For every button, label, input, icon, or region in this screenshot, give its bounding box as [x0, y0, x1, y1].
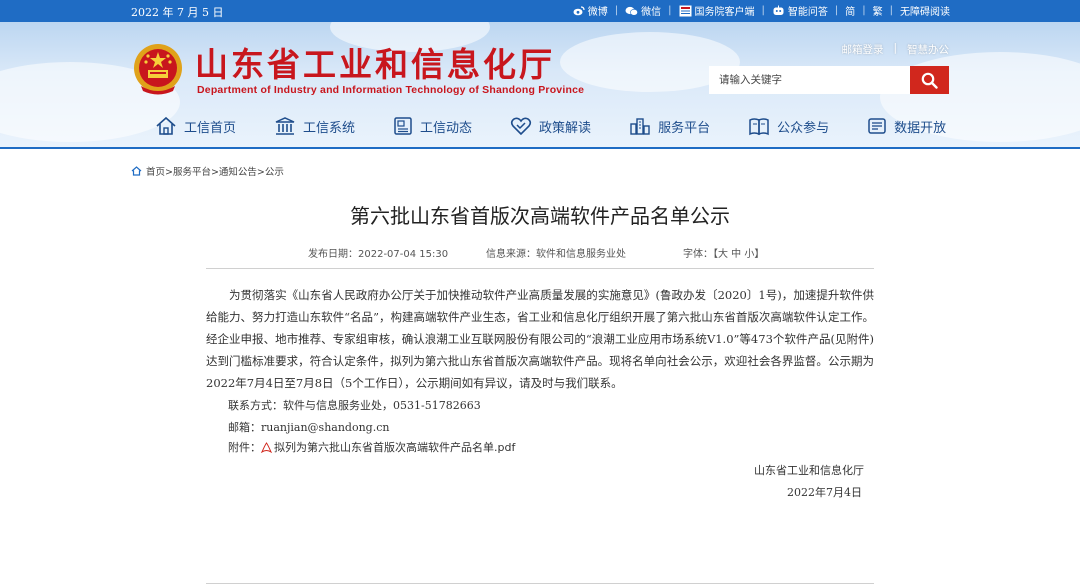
weibo-link[interactable]: 微博 [573, 3, 608, 18]
city-icon [630, 118, 650, 135]
smart-qa-link[interactable]: 智能问答 [772, 3, 828, 18]
national-emblem-icon [134, 44, 182, 95]
robot-icon [773, 5, 784, 15]
attachment-link[interactable]: 拟列为第六批山东省首版次高端软件产品名单.pdf [274, 439, 515, 455]
weibo-icon [573, 5, 585, 15]
divider: | [668, 5, 672, 16]
breadcrumb: 首页>服务平台>通知公告>公示 [131, 164, 284, 178]
site-title: 山东省工业和信息化厅 [195, 45, 555, 84]
top-links: 微博 | 微信 | 国务院客户端 | 智能问答 | 简 | 繁 | 无障碍阅读 [573, 3, 950, 18]
email-info: 邮箱：ruanjian@shandong.cn [228, 421, 390, 434]
signature-org: 山东省工业和信息化厅 [754, 464, 864, 477]
gov-client-link[interactable]: 国务院客户端 [679, 3, 755, 18]
footer-divider [206, 583, 874, 584]
main-nav: 工信首页 工信系统 工信动态 政策解读 服务平台 公众参与 数据开放 [155, 116, 946, 136]
divider: | [614, 5, 619, 16]
quick-links: 邮箱登录 | 智慧办公 [841, 42, 949, 57]
attachment-label: 附件： [228, 441, 261, 454]
nav-item-system[interactable]: 工信系统 [274, 116, 355, 136]
wechat-icon [625, 6, 639, 16]
building-icon [275, 117, 295, 135]
divider: | [834, 5, 839, 16]
home-icon [131, 166, 142, 176]
publish-date: 发布日期：2022-07-04 15:30 [308, 249, 449, 260]
article-paragraph: 为贯彻落实《山东省人民政府办公厅关于加快推动软件产业高质量发展的实施意见》(鲁政… [206, 288, 874, 390]
signature-date: 2022年7月4日 [787, 486, 862, 499]
wechat-link[interactable]: 微信 [625, 3, 661, 18]
nav-item-data[interactable]: 数据开放 [867, 116, 946, 136]
current-date: 2022 年 7 月 5 日 [131, 6, 224, 19]
contact-info: 联系方式：软件与信息服务业处，0531-51782663 [228, 399, 481, 412]
nav-item-public[interactable]: 公众参与 [748, 116, 829, 136]
pdf-icon [261, 441, 272, 453]
site-header: 山东省工业和信息化厅 Department of Industry and In… [0, 22, 1080, 147]
mailbox-login-link[interactable]: 邮箱登录 [841, 42, 883, 57]
gov-app-icon [679, 5, 691, 16]
search-box [709, 66, 949, 94]
header-divider [0, 147, 1080, 149]
breadcrumb-path[interactable]: 首页>服务平台>通知公告>公示 [146, 164, 284, 178]
smart-office-link[interactable]: 智慧办公 [907, 42, 949, 57]
article-body: 为贯彻落实《山东省人民政府办公厅关于加快推动软件产业高质量发展的实施意见》(鲁政… [206, 284, 874, 394]
divider: | [862, 5, 866, 16]
book-icon [749, 118, 769, 136]
info-source: 信息来源：软件和信息服务业处 [486, 249, 626, 260]
nav-item-news[interactable]: 工信动态 [393, 116, 472, 136]
nav-item-policy[interactable]: 政策解读 [510, 116, 591, 136]
nav-item-service[interactable]: 服务平台 [629, 116, 710, 136]
accessible-reading-link[interactable]: 无障碍阅读 [900, 3, 950, 18]
divider: | [889, 5, 893, 16]
news-icon [394, 117, 412, 135]
top-bar: 2022 年 7 月 5 日 微博 | 微信 | 国务院客户端 | 智能问答 |… [0, 0, 1080, 22]
font-size-control[interactable]: 字体：【大 中 小】 [683, 245, 764, 260]
divider: | [893, 42, 897, 54]
home-icon [156, 116, 176, 135]
nav-item-home[interactable]: 工信首页 [155, 116, 236, 136]
divider: | [761, 5, 765, 16]
article-title: 第六批山东省首版次高端软件产品名单公示 [350, 204, 730, 228]
traditional-chinese-toggle[interactable]: 繁 [873, 3, 883, 18]
search-input[interactable] [709, 66, 911, 94]
meta-divider [206, 268, 874, 269]
simplified-chinese-toggle[interactable]: 简 [845, 3, 855, 18]
search-icon [921, 72, 938, 89]
site-title-english: Department of Industry and Information T… [197, 84, 585, 96]
attachment-row: 附件： 拟列为第六批山东省首版次高端软件产品名单.pdf [228, 439, 515, 455]
search-button[interactable] [910, 66, 949, 94]
heart-shield-icon [510, 117, 532, 136]
data-icon [868, 118, 886, 134]
